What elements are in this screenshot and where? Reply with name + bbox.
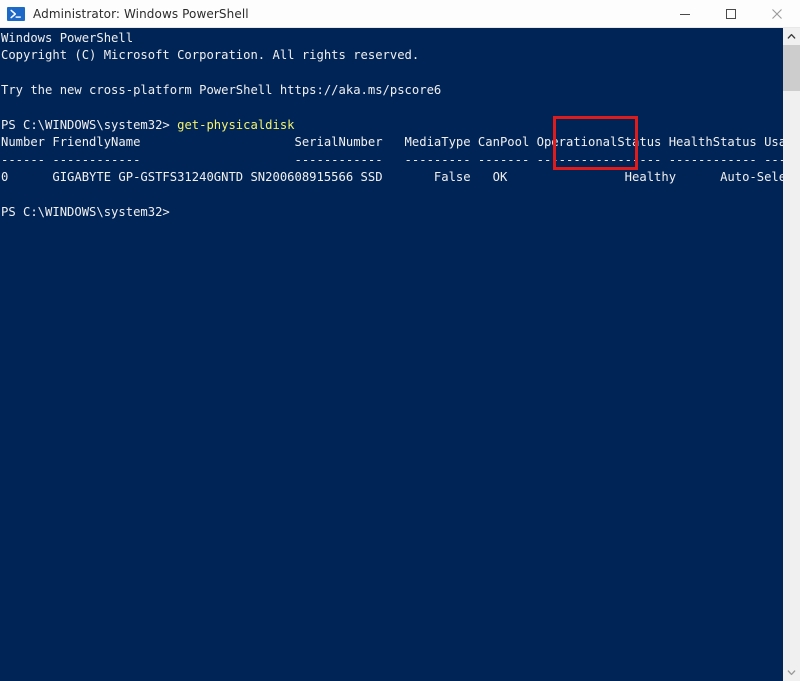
command-text: get-physicaldisk — [177, 117, 295, 132]
output-line-blank — [1, 187, 783, 204]
console-scrollbar[interactable] — [783, 28, 800, 681]
output-line: Windows PowerShell — [1, 31, 134, 45]
table-separator: ------ ------------ ------------ -------… — [1, 152, 783, 167]
console-output[interactable]: Windows PowerShell Copyright (C) Microso… — [0, 28, 783, 681]
window-controls — [662, 0, 800, 28]
maximize-icon — [726, 8, 736, 19]
minimize-button[interactable] — [662, 0, 708, 28]
close-button[interactable] — [754, 0, 800, 28]
command-line: PS C:\WINDOWS\system32> get-physicaldisk — [1, 117, 783, 134]
close-icon — [772, 8, 782, 19]
minimize-icon — [680, 13, 690, 15]
powershell-window: Administrator: Windows PowerShell Window… — [0, 0, 800, 681]
table-header: Number FriendlyName SerialNumber MediaTy… — [1, 135, 783, 150]
title-bar[interactable]: Administrator: Windows PowerShell — [0, 0, 800, 28]
output-line-blank — [1, 100, 783, 117]
output-line-blank — [1, 65, 783, 82]
window-title: Administrator: Windows PowerShell — [33, 6, 249, 21]
chevron-down-icon — [787, 670, 796, 676]
scroll-up-button[interactable] — [783, 28, 800, 45]
scrollbar-track[interactable] — [783, 45, 800, 664]
powershell-icon — [7, 6, 25, 21]
scroll-down-button[interactable] — [783, 664, 800, 681]
output-line: Try the new cross-platform PowerShell ht… — [1, 83, 442, 98]
table-row: 0 GIGABYTE GP-GSTFS31240GNTD SN200608915… — [1, 170, 783, 185]
chevron-up-icon — [787, 33, 796, 39]
final-prompt-line: PS C:\WINDOWS\system32> — [1, 204, 170, 219]
scrollbar-thumb[interactable] — [783, 45, 800, 91]
maximize-button[interactable] — [708, 0, 754, 28]
output-line: Copyright (C) Microsoft Corporation. All… — [1, 48, 420, 63]
console-area[interactable]: Windows PowerShell Copyright (C) Microso… — [0, 28, 800, 681]
prompt-text: PS C:\WINDOWS\system32> — [1, 117, 170, 132]
